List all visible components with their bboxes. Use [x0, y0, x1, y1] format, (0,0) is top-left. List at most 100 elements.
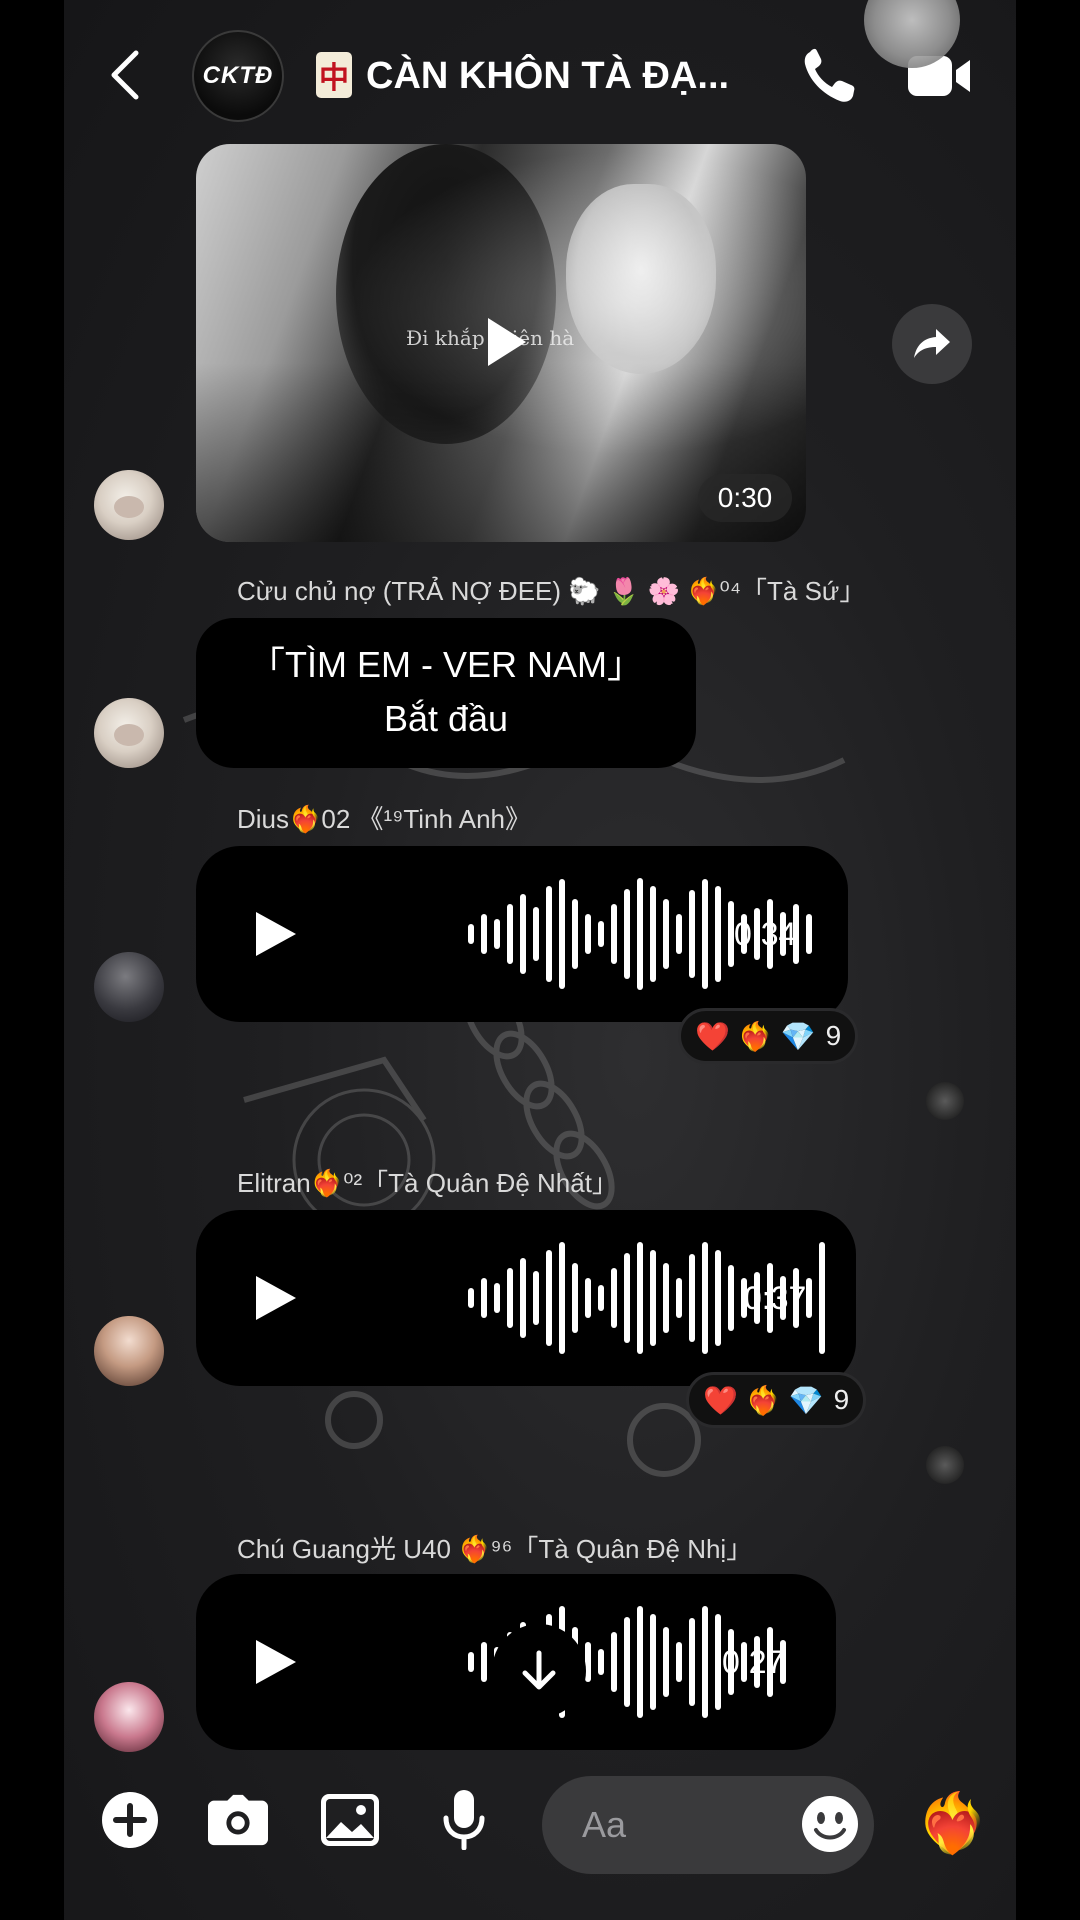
sender-avatar[interactable]	[94, 1682, 164, 1752]
reaction-emoji: ❤️	[703, 1384, 738, 1416]
waveform-bar	[520, 894, 526, 974]
message-text-line: Bắt đầu	[383, 698, 509, 739]
waveform-bar	[572, 1263, 578, 1333]
waveform-bar	[624, 1253, 630, 1343]
smiley-icon	[802, 1796, 858, 1852]
sender-avatar[interactable]	[94, 470, 164, 540]
play-icon	[488, 318, 526, 366]
waveform-bar	[650, 1614, 656, 1710]
waveform-bar	[715, 1250, 721, 1346]
voice-play-button[interactable]	[248, 1272, 300, 1324]
message-text-line: 「TÌM EM - VER NAM」	[249, 644, 643, 685]
reaction-count: 9	[833, 1384, 850, 1415]
waveform-bar	[494, 919, 500, 949]
waveform-bar	[559, 1242, 565, 1354]
phone-icon	[804, 48, 855, 102]
sender-name: Cừu chủ nợ (TRẢ NỢ ĐEE) 🐑 🌷 🌸 ❤️‍🔥⁰⁴「Tà …	[237, 576, 866, 606]
chat-header: CKTĐ 中 CÀN KHÔN TÀ ĐẠ...	[64, 0, 1016, 140]
waveform-bar	[481, 1642, 487, 1682]
voice-duration: 0:37	[744, 1280, 807, 1316]
waveform-bar	[663, 1627, 669, 1697]
voice-message[interactable]: 0:34	[196, 846, 848, 1022]
waveform-bar	[611, 1632, 617, 1692]
text-message-bubble[interactable]: 「TÌM EM - VER NAM」 Bắt đầu	[196, 618, 696, 768]
waveform-bar	[585, 1278, 591, 1318]
share-button[interactable]	[892, 304, 972, 384]
mahjong-tile-icon: 中	[316, 52, 352, 98]
voice-play-button[interactable]	[248, 908, 300, 960]
waveform-bar	[806, 914, 812, 954]
back-button[interactable]	[100, 48, 150, 102]
waveform-bar	[468, 1652, 474, 1672]
waveform-bar	[481, 1278, 487, 1318]
reactions-badge[interactable]: ❤️ ❤️‍🔥 💎 9	[686, 1372, 867, 1428]
waveform-bar	[715, 1614, 721, 1710]
waveform-bar	[611, 1268, 617, 1328]
voice-call-button[interactable]	[800, 46, 858, 106]
waveform-bar	[663, 1263, 669, 1333]
waveform-bar	[819, 1242, 825, 1354]
chevron-left-icon	[111, 50, 139, 100]
reactions-badge[interactable]: ❤️ ❤️‍🔥 💎 9	[678, 1008, 859, 1064]
scroll-to-bottom-button[interactable]	[492, 1624, 586, 1718]
camera-button[interactable]	[208, 1790, 268, 1850]
sender-avatar[interactable]	[94, 952, 164, 1022]
waveform-bar	[650, 886, 656, 982]
waveform-bar	[650, 1250, 656, 1346]
waveform-bar	[507, 1268, 513, 1328]
reaction-emoji: ❤️	[695, 1020, 730, 1052]
waveform-bar	[689, 1254, 695, 1342]
chat-screen: CKTĐ 中 CÀN KHÔN TÀ ĐẠ... Đi khắp thiên h…	[64, 0, 1016, 1920]
voice-duration: 0:34	[734, 916, 797, 952]
waveform-bar	[715, 886, 721, 982]
play-icon	[256, 1276, 296, 1320]
waveform-bar	[468, 1288, 474, 1308]
waveform-bar	[598, 1285, 604, 1311]
voice-duration: 0:27	[722, 1644, 785, 1680]
waveform-bar	[689, 890, 695, 978]
waveform-bar	[676, 1642, 682, 1682]
video-play-button[interactable]	[474, 312, 534, 372]
add-button[interactable]	[100, 1790, 160, 1850]
voice-play-button[interactable]	[248, 1636, 300, 1688]
gallery-button[interactable]	[320, 1790, 380, 1850]
camera-icon	[208, 1794, 268, 1846]
waveform-bar	[559, 879, 565, 989]
waveform-bar	[546, 1250, 552, 1346]
microphone-button[interactable]	[434, 1790, 494, 1850]
waveform-bar	[637, 878, 643, 990]
waveform-bar	[676, 1278, 682, 1318]
plus-icon	[102, 1792, 158, 1848]
reaction-emoji: 💎	[780, 1020, 816, 1052]
waveform-bar	[702, 1606, 708, 1718]
emoji-button[interactable]	[800, 1794, 860, 1854]
waveform-bar	[481, 914, 487, 954]
chat-title[interactable]: CÀN KHÔN TÀ ĐẠ...	[366, 50, 818, 102]
waveform-bar	[689, 1618, 695, 1706]
waveform-bar	[520, 1258, 526, 1338]
sender-name: Elitran❤️‍🔥⁰²「Tà Quân Đệ Nhất」	[237, 1168, 618, 1198]
waveform-bar	[585, 914, 591, 954]
waveform-bar	[494, 1283, 500, 1313]
image-icon	[321, 1794, 379, 1846]
waveform-bar	[676, 914, 682, 954]
reaction-emoji: ❤️‍🔥	[737, 1020, 773, 1052]
waveform-bar	[624, 889, 630, 979]
waveform-bar	[611, 904, 617, 964]
waveform-bar	[533, 1271, 539, 1325]
group-avatar-logo: CKTĐ	[202, 62, 274, 89]
waveform-bar	[546, 886, 552, 982]
sender-name: Dius❤️‍🔥02 《¹⁹Tinh Anh》	[237, 804, 531, 834]
quick-reaction-button[interactable]: ❤️‍🔥	[916, 1790, 988, 1856]
waveform-bar	[637, 1242, 643, 1354]
play-icon	[256, 912, 296, 956]
waveform-bar	[806, 1278, 812, 1318]
video-message[interactable]: Đi khắp thiên hà 0:30	[196, 144, 806, 542]
sender-name: Chú Guang光 U40 ❤️‍🔥⁹⁶「Tà Quân Đệ Nhị」	[237, 1534, 753, 1564]
voice-message[interactable]: 0:37	[196, 1210, 856, 1386]
sender-avatar[interactable]	[94, 1316, 164, 1386]
arrow-down-icon	[522, 1650, 556, 1690]
group-avatar[interactable]: CKTĐ	[192, 30, 284, 122]
waveform-bar	[585, 1642, 591, 1682]
sender-avatar[interactable]	[94, 698, 164, 768]
